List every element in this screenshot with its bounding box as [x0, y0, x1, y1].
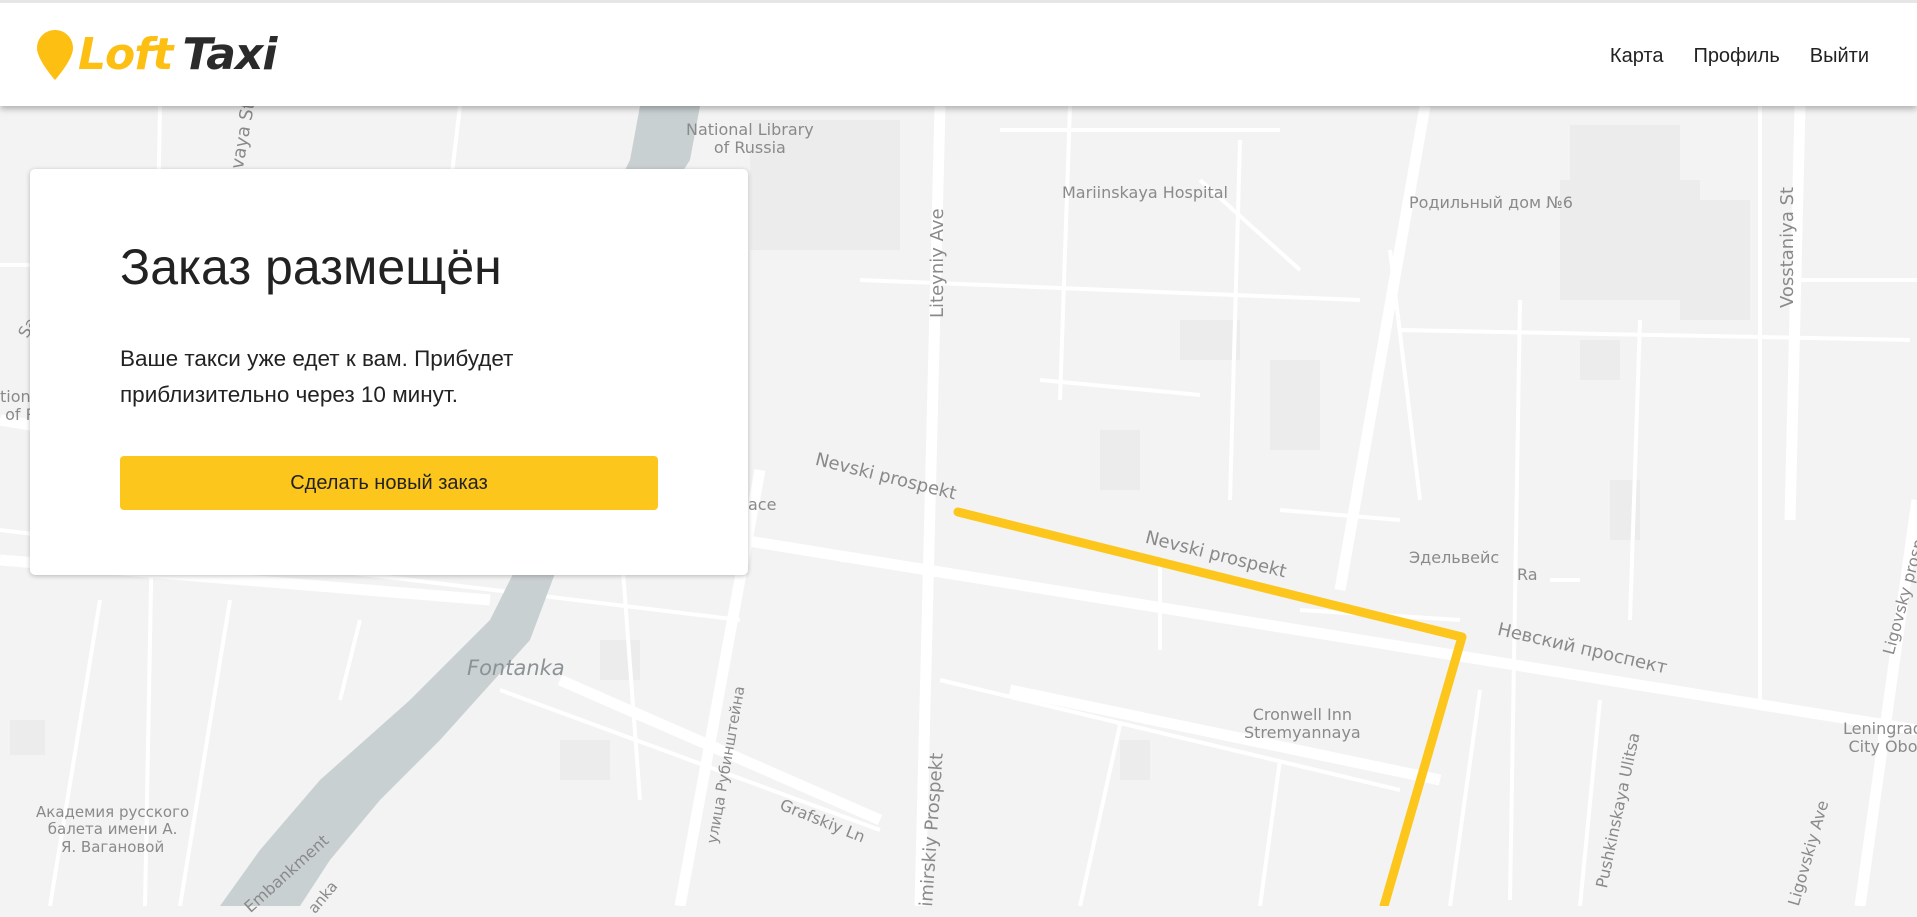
map-label-fontanka: Fontanka — [467, 656, 565, 680]
order-confirmation-card: Заказ размещён Ваше такси уже едет к вам… — [30, 169, 748, 575]
map-label-national-library: National Library of Russia — [686, 120, 814, 158]
map-label-cronwell-inn: Cronwell Inn Stremyannaya — [1244, 705, 1361, 743]
order-eta-message: Ваше такси уже едет к вам. Прибудет приб… — [120, 346, 514, 407]
map-label-palace-partial: ace — [748, 495, 777, 514]
new-order-button[interactable]: Сделать новый заказ — [120, 456, 658, 510]
map-label-rodilny-dom: Родильный дом №6 — [1409, 193, 1573, 212]
map-label-ra: Ra — [1517, 565, 1538, 584]
map-label-vaganova-academy: Академия русского балета имени А. Я. Ваг… — [36, 803, 190, 856]
logo[interactable]: Loft Taxi — [36, 25, 277, 85]
nav-link-logout[interactable]: Выйти — [1810, 41, 1869, 71]
logo-text: Loft Taxi — [78, 33, 277, 77]
map-pin-icon — [37, 30, 73, 80]
map-label-mariinskaya-hospital: Mariinskaya Hospital — [1062, 183, 1228, 202]
order-placed-title: Заказ размещён — [120, 239, 502, 295]
nav-link-profile[interactable]: Профиль — [1693, 41, 1779, 71]
map-label-vosstaniya-st: Vosstaniya St — [1777, 186, 1798, 308]
map-label-leningrad-city: Leningrad City Obo — [1843, 719, 1917, 757]
map-label-edelweiss: Эдельвейс — [1409, 548, 1500, 567]
map-label-liteyniy-ave: Liteyniy Ave — [927, 208, 948, 318]
nav-link-map[interactable]: Карта — [1610, 41, 1664, 71]
logo-word-loft: Loft — [78, 29, 173, 80]
main-nav: Карта Профиль Выйти — [1580, 41, 1869, 71]
header: Loft Taxi Карта Профиль Выйти — [0, 3, 1917, 106]
logo-word-taxi: Taxi — [182, 29, 277, 80]
top-edge-line — [0, 0, 1917, 3]
